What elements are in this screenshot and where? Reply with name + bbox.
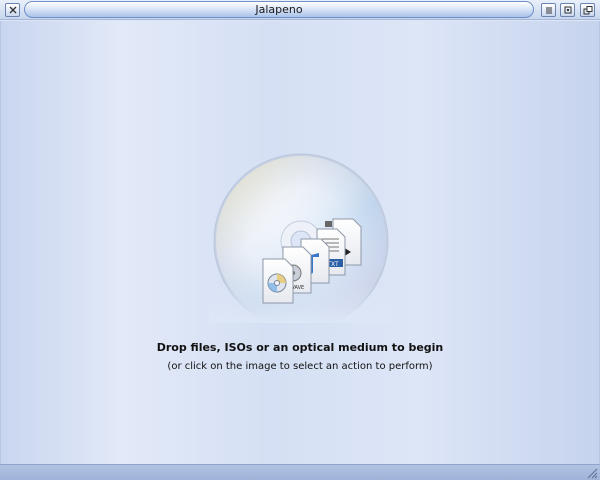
close-icon	[9, 6, 17, 14]
resize-grip-icon[interactable]	[586, 467, 598, 479]
minimize-button[interactable]	[541, 3, 556, 17]
minimize-icon	[546, 7, 552, 14]
maximize-icon	[564, 6, 572, 14]
drop-target-image[interactable]: TXT WAVE	[209, 153, 393, 329]
title-pill: Jalapeno	[24, 1, 534, 18]
hint-text: (or click on the image to select an acti…	[167, 361, 433, 372]
status-bar	[0, 464, 600, 480]
close-button[interactable]	[5, 3, 20, 17]
optical-disc-with-files-icon: TXT WAVE	[209, 153, 393, 329]
main-area[interactable]: TXT WAVE Drop files, ISOs or an optical …	[0, 21, 600, 464]
maximize-button[interactable]	[560, 3, 575, 17]
instruction-text: Drop files, ISOs or an optical medium to…	[156, 341, 444, 354]
title-bar[interactable]: Jalapeno	[0, 0, 600, 20]
window-title: Jalapeno	[255, 3, 303, 16]
restore-icon	[583, 6, 593, 15]
restore-button[interactable]	[580, 3, 595, 17]
